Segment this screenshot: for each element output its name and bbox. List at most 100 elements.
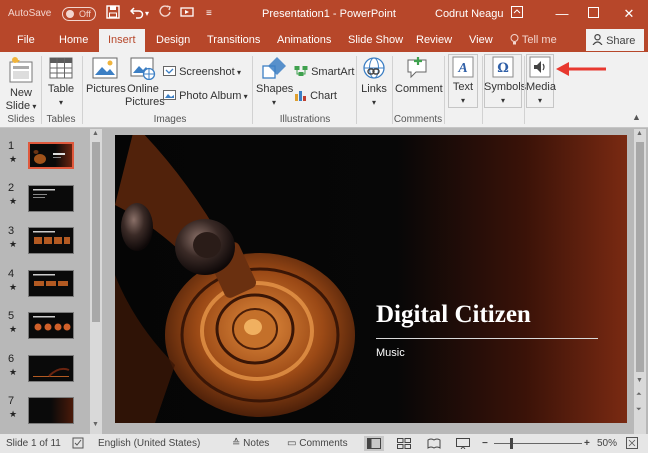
photo-album-label: Photo Album: [179, 90, 242, 102]
slide-title[interactable]: Digital Citizen: [376, 301, 531, 329]
tab-animations[interactable]: Animations: [277, 34, 331, 46]
screenshot-button[interactable]: Screenshot ▾: [163, 65, 241, 78]
scroll-up-icon[interactable]: ▲: [636, 130, 643, 137]
slide-number: 4: [8, 268, 15, 280]
tab-transitions[interactable]: Transitions: [207, 34, 260, 46]
tab-view[interactable]: View: [469, 34, 493, 46]
undo-dropdown-icon[interactable]: ▾: [145, 5, 149, 23]
tab-review[interactable]: Review: [416, 34, 452, 46]
slide-thumbnail-1[interactable]: [28, 142, 74, 169]
slide-sorter-button[interactable]: [397, 438, 411, 452]
scroll-thumb[interactable]: [636, 142, 644, 372]
group-separator: [356, 56, 357, 124]
slide-thumbnail-5[interactable]: [28, 312, 74, 339]
new-slide-icon: [9, 56, 33, 83]
share-button[interactable]: Share: [586, 29, 644, 51]
scroll-up-icon[interactable]: ▲: [92, 130, 99, 137]
group-label-tables: Tables: [46, 114, 76, 125]
chevron-down-icon: ▾: [460, 96, 465, 105]
zoom-out-button[interactable]: −: [482, 438, 488, 449]
slide-panel-scrollbar[interactable]: ▲ ▼: [90, 129, 102, 434]
thumbnail-image: [33, 150, 65, 164]
autosave-toggle[interactable]: Off: [62, 7, 96, 21]
chevron-down-icon: ▾: [234, 68, 241, 77]
zoom-in-button[interactable]: +: [584, 438, 590, 449]
links-button[interactable]: Links ▾: [359, 56, 389, 109]
notes-button[interactable]: ≙ Notes: [232, 438, 269, 449]
scroll-down-icon[interactable]: ▼: [636, 377, 643, 384]
slide-thumbnail-6[interactable]: [28, 355, 74, 382]
previous-slide-icon[interactable]: ⏶: [636, 391, 642, 399]
comments-label: Comments: [299, 438, 348, 449]
tell-me-search[interactable]: Tell me: [510, 34, 557, 46]
slide-thumbnail-3[interactable]: [28, 227, 74, 254]
maximize-icon[interactable]: [583, 4, 603, 24]
shapes-button[interactable]: Shapes ▾: [256, 56, 293, 109]
tab-design[interactable]: Design: [156, 34, 190, 46]
pictures-button[interactable]: Pictures: [86, 56, 126, 96]
violin-scroll-image: [115, 135, 355, 423]
chart-icon: [295, 91, 306, 101]
new-slide-button[interactable]: New Slide ▾: [4, 56, 38, 113]
slide-scrollbar[interactable]: ▲ ▼ ⏶ ⏷: [634, 129, 646, 434]
chart-button[interactable]: Chart: [294, 89, 337, 102]
comment-button[interactable]: Comment: [395, 56, 443, 96]
tab-file[interactable]: File: [17, 34, 35, 46]
zoom-level[interactable]: 50%: [597, 438, 617, 449]
slide-subtitle[interactable]: Music: [376, 347, 405, 359]
media-button[interactable]: Media ▾: [526, 56, 556, 107]
slide-thumbnail-4[interactable]: [28, 270, 74, 297]
online-pictures-button[interactable]: Online Pictures: [125, 56, 165, 109]
person-icon: [592, 34, 603, 46]
slide-canvas[interactable]: Digital Citizen Music: [115, 135, 627, 423]
slide-number: 6: [8, 353, 15, 365]
title-divider: [376, 338, 598, 339]
slide-counter: Slide 1 of 11: [6, 438, 61, 449]
language-indicator[interactable]: English (United States): [98, 438, 200, 449]
normal-view-button[interactable]: [364, 436, 384, 451]
ribbon-display-options-icon[interactable]: [507, 4, 527, 24]
svg-text:Ω: Ω: [497, 61, 509, 76]
customize-qat-icon[interactable]: ≡: [206, 5, 212, 23]
media-label: Media: [526, 81, 556, 93]
photo-album-button[interactable]: Photo Album ▾: [163, 89, 248, 102]
spell-check-icon[interactable]: [72, 437, 84, 452]
symbols-button[interactable]: Ω Symbols ▾: [484, 56, 526, 107]
redo-icon[interactable]: [158, 5, 172, 23]
status-bar: Slide 1 of 11 English (United States) ≙ …: [0, 434, 648, 453]
minimize-icon[interactable]: —: [552, 4, 572, 24]
slide-number: 5: [8, 310, 15, 322]
next-slide-icon[interactable]: ⏷: [636, 406, 642, 414]
slide-thumbnail-7[interactable]: [28, 397, 74, 424]
undo-icon[interactable]: [129, 5, 144, 23]
comment-icon: [407, 57, 427, 79]
zoom-slider-handle[interactable]: [510, 438, 513, 449]
user-name[interactable]: Codrut Neagu: [435, 8, 504, 20]
omega-icon: Ω: [492, 56, 514, 78]
start-from-beginning-icon[interactable]: [180, 5, 194, 23]
table-button[interactable]: Table ▾: [46, 56, 76, 109]
reading-view-button[interactable]: [427, 438, 441, 452]
scroll-thumb[interactable]: [92, 142, 100, 322]
text-button[interactable]: A Text ▾: [448, 56, 478, 107]
tab-slide-show[interactable]: Slide Show: [348, 34, 403, 46]
close-icon[interactable]: ✕: [619, 4, 639, 24]
slide-show-button[interactable]: [456, 438, 470, 452]
zoom-slider[interactable]: [494, 443, 582, 444]
slide-thumbnail-2[interactable]: [28, 185, 74, 212]
smartart-label: SmartArt: [311, 66, 355, 78]
normal-view-icon: [367, 438, 381, 449]
smartart-button[interactable]: SmartArt: [294, 65, 354, 78]
animation-star-icon: ★: [9, 154, 18, 164]
collapse-ribbon-icon[interactable]: ▲: [632, 112, 641, 122]
save-icon[interactable]: [106, 5, 120, 23]
tab-insert[interactable]: Insert: [99, 29, 145, 52]
animation-star-icon: ★: [9, 324, 18, 334]
window-title: Presentation1 - PowerPoint: [262, 8, 396, 20]
animation-star-icon: ★: [9, 409, 18, 419]
share-label: Share: [606, 35, 636, 47]
fit-to-window-icon[interactable]: [626, 437, 638, 452]
comments-button[interactable]: ▭ Comments: [287, 438, 348, 449]
scroll-down-icon[interactable]: ▼: [92, 421, 99, 428]
tab-home[interactable]: Home: [59, 34, 88, 46]
